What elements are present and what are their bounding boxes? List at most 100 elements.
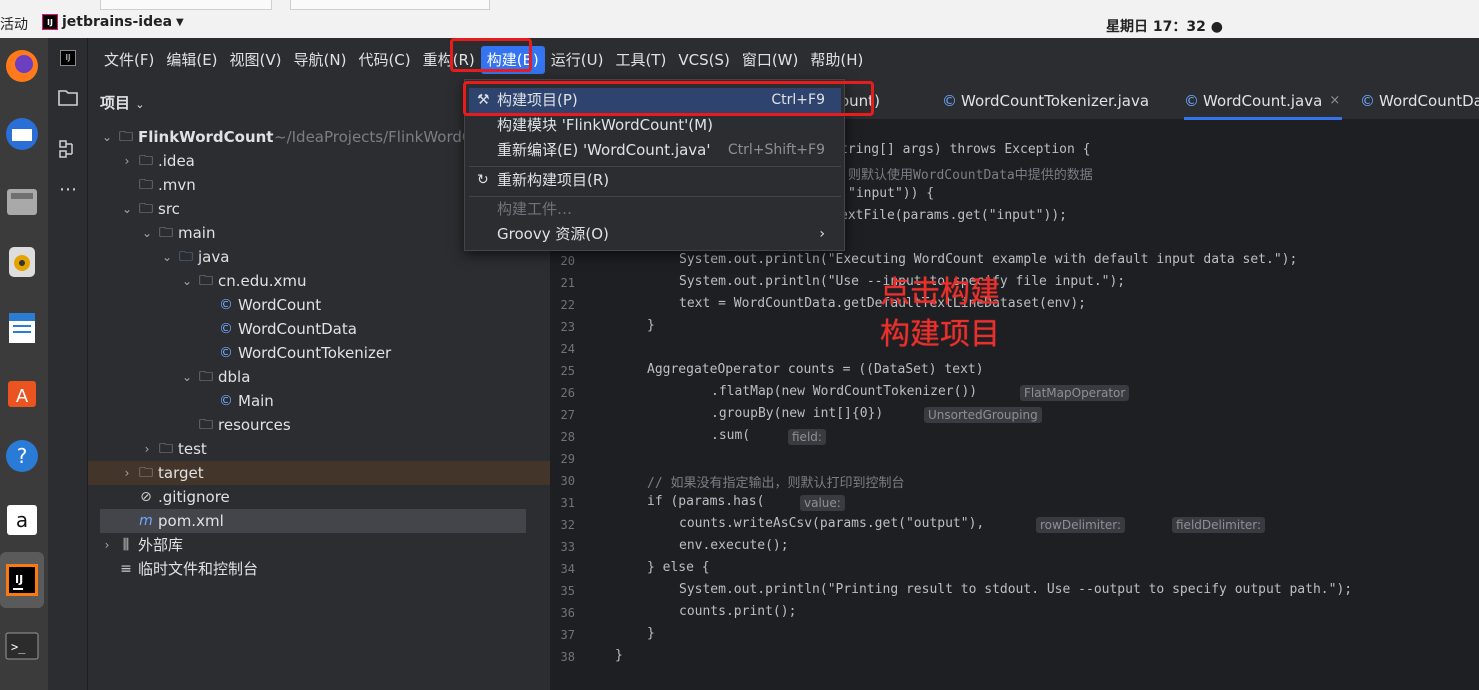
menu-item-rebuild-project[interactable]: ↻ 重新构建项目(R) xyxy=(469,168,841,193)
rhythmbox-icon[interactable] xyxy=(0,234,44,290)
code-line: } xyxy=(647,318,655,333)
tree-item-label: cn.edu.xmu xyxy=(218,272,307,290)
svg-text:?: ? xyxy=(17,444,28,468)
help-icon[interactable]: ? xyxy=(0,428,44,484)
tree-item-label: 外部库 xyxy=(138,536,184,554)
library-icon: ⫼ xyxy=(122,537,130,553)
code-line: // 如果没有指定输出，则默认打印到控制台 xyxy=(647,476,905,491)
software-center-icon[interactable]: A xyxy=(0,364,44,420)
code-line: env.execute(); xyxy=(679,538,789,553)
folder-icon: 🗀 xyxy=(139,153,153,169)
tree-item[interactable]: © WordCount xyxy=(88,293,550,317)
close-tab-icon[interactable]: × xyxy=(1329,82,1340,120)
menu-separator xyxy=(469,166,841,167)
tree-item[interactable]: © Main xyxy=(88,389,550,413)
chevron-right-icon[interactable]: › xyxy=(100,533,114,557)
tree-item[interactable]: › ⫼ 外部库 xyxy=(88,533,550,557)
tab-wordcounttokenizer[interactable]: © WordCountTokenizer.java xyxy=(942,82,1149,120)
code-line: .groupBy(new int[]{0}) xyxy=(711,406,884,421)
chevron-right-icon[interactable]: › xyxy=(120,461,134,485)
chevron-down-icon[interactable]: ⌄ xyxy=(180,269,194,293)
ide-tool-strip: IJ ⋯ xyxy=(48,38,88,690)
tree-item[interactable]: ⌄ 🗀 cn.edu.xmu xyxy=(88,269,550,293)
menu-vcs[interactable]: VCS(S) xyxy=(672,46,735,74)
dock: A ? a IJ >_ xyxy=(0,38,48,690)
tree-item[interactable]: © WordCountTokenizer xyxy=(88,341,550,365)
chevron-down-icon[interactable]: ⌄ xyxy=(140,221,154,245)
code-line: AggregateOperator counts = ((DataSet) te… xyxy=(647,362,984,377)
line-number: 28 xyxy=(560,430,575,444)
amazon-icon[interactable]: a xyxy=(0,492,44,548)
code-line: } xyxy=(615,648,623,663)
files-icon[interactable] xyxy=(0,174,44,230)
tree-item-label: pom.xml xyxy=(158,512,224,530)
tree-item[interactable]: 🗀 resources xyxy=(88,413,550,437)
chevron-down-icon[interactable]: ⌄ xyxy=(160,245,174,269)
menu-navigate[interactable]: 导航(N) xyxy=(288,46,353,74)
folder-icon: 🗀 xyxy=(159,225,173,241)
tree-item-label: test xyxy=(178,440,207,458)
app-menu[interactable]: IJ jetbrains-idea ▼ xyxy=(42,14,184,30)
tree-item-label: FlinkWordCount xyxy=(138,128,274,146)
terminal-icon[interactable]: >_ xyxy=(0,618,44,674)
project-panel-header[interactable]: 项目 ⌄ xyxy=(100,92,144,113)
intellij-idea-icon[interactable]: IJ xyxy=(0,552,44,608)
line-number: 27 xyxy=(560,408,575,422)
activities-button[interactable]: 活动 xyxy=(0,14,28,34)
inlay-hint: fieldDelimiter: xyxy=(1172,517,1266,533)
code-line: .sum( xyxy=(711,428,751,443)
chevron-down-icon: ⌄ xyxy=(135,98,145,111)
menu-item-groovy-resources[interactable]: Groovy 资源(O) › xyxy=(469,222,841,247)
writer-icon[interactable] xyxy=(0,300,44,356)
svg-text:>_: >_ xyxy=(11,640,26,654)
code-line: if (params.has( xyxy=(647,494,765,509)
menu-help[interactable]: 帮助(H) xyxy=(804,46,869,74)
tab-wordcount[interactable]: © WordCount.java × xyxy=(1184,82,1343,120)
chevron-right-icon[interactable]: › xyxy=(120,149,134,173)
ignore-file-icon: ⊘ xyxy=(140,489,152,505)
scratch-icon: ≡ xyxy=(120,561,132,577)
annotation-line-2: 构建项目 xyxy=(880,317,1000,352)
line-number: 21 xyxy=(560,276,575,290)
line-number: 22 xyxy=(560,298,575,312)
tree-item-label: src xyxy=(158,200,180,218)
menu-item-build-module[interactable]: 构建模块 'FlinkWordCount'(M) xyxy=(469,113,841,138)
project-header-label: 项目 xyxy=(100,94,131,112)
folder-icon: 🗀 xyxy=(139,465,153,481)
menu-run[interactable]: 运行(U) xyxy=(545,46,610,74)
more-tools-icon[interactable]: ⋯ xyxy=(56,178,80,202)
chevron-down-icon[interactable]: ⌄ xyxy=(100,125,114,149)
project-tool-icon[interactable] xyxy=(56,86,80,110)
tree-item[interactable]: › 🗀 target xyxy=(88,461,550,485)
menu-edit[interactable]: 编辑(E) xyxy=(160,46,223,74)
clock[interactable]: 星期日 17：32 ● xyxy=(1106,16,1223,36)
tree-item-label: .gitignore xyxy=(158,488,230,506)
firefox-icon[interactable] xyxy=(0,38,44,94)
menu-file[interactable]: 文件(F) xyxy=(98,46,160,74)
tree-item[interactable]: m pom.xml xyxy=(100,509,526,533)
folder-icon: 🗀 xyxy=(139,177,153,193)
tree-item[interactable]: › 🗀 test xyxy=(88,437,550,461)
system-top-bar: 活动 IJ jetbrains-idea ▼ 星期日 17：32 ● xyxy=(0,0,1479,38)
structure-tool-icon[interactable] xyxy=(56,138,80,162)
tree-item[interactable]: ≡ 临时文件和控制台 xyxy=(88,557,550,581)
ide-logo-icon: IJ xyxy=(60,50,76,66)
code-line: "input")) { xyxy=(848,186,935,201)
tree-item[interactable]: ⊘ .gitignore xyxy=(88,485,550,509)
menu-view[interactable]: 视图(V) xyxy=(224,46,288,74)
menu-item-recompile[interactable]: 重新编译(E) 'WordCount.java' Ctrl+Shift+F9 xyxy=(469,138,841,163)
thunderbird-icon[interactable] xyxy=(0,106,44,162)
tree-item[interactable]: ⌄ 🗀 dbla xyxy=(88,365,550,389)
line-number: 29 xyxy=(560,452,575,466)
menu-window[interactable]: 窗口(W) xyxy=(736,46,805,74)
line-number: 24 xyxy=(560,342,575,356)
menu-code[interactable]: 代码(C) xyxy=(352,46,416,74)
line-number: 32 xyxy=(560,518,575,532)
tree-item[interactable]: © WordCountData xyxy=(88,317,550,341)
code-line: .flatMap(new WordCountTokenizer()) xyxy=(711,384,978,399)
chevron-down-icon[interactable]: ⌄ xyxy=(180,365,194,389)
menu-tools[interactable]: 工具(T) xyxy=(609,46,672,74)
tab-wordcountdata[interactable]: © WordCountDa xyxy=(1360,82,1479,120)
chevron-right-icon[interactable]: › xyxy=(140,437,154,461)
chevron-down-icon[interactable]: ⌄ xyxy=(120,197,134,221)
